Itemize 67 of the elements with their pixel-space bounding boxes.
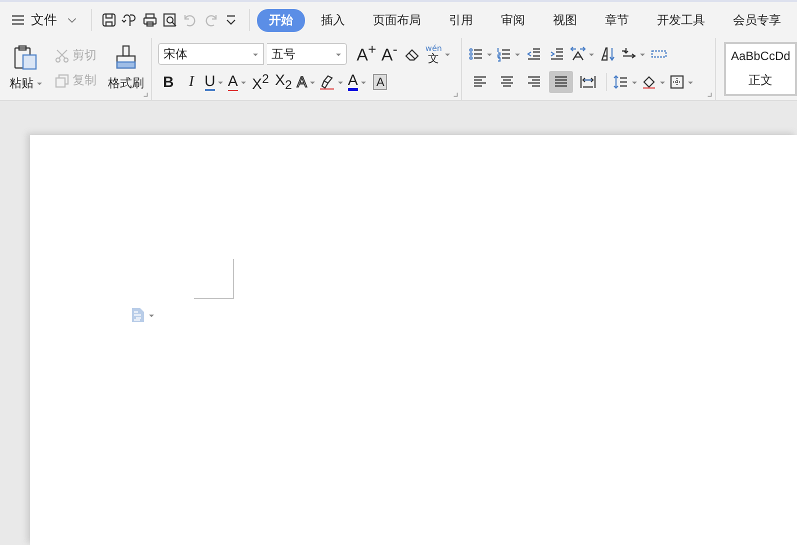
grow-font-button[interactable]: A$^{+}$ — [356, 43, 376, 65]
scissors-icon — [54, 48, 70, 64]
dialog-launcher-icon — [452, 91, 459, 98]
decrease-indent-icon — [526, 46, 542, 62]
caret-icon — [217, 80, 224, 84]
caret-icon — [444, 52, 451, 56]
file-menu-button[interactable]: 文件 — [10, 11, 78, 29]
font-color-button[interactable]: A — [347, 71, 368, 93]
highlighter-icon — [319, 74, 336, 90]
undo-icon — [182, 12, 198, 28]
copy-icon — [54, 72, 70, 88]
print-icon — [142, 12, 158, 28]
dialog-launcher-icon — [706, 91, 714, 98]
caret-icon — [588, 52, 595, 56]
line-spacing-icon — [612, 74, 629, 90]
font-name-dropdown[interactable]: 宋体 — [158, 43, 264, 65]
underline-button[interactable]: U — [204, 71, 224, 93]
caret-icon — [658, 80, 666, 84]
phonetic-guide-button[interactable]: wén 文 — [425, 43, 451, 65]
paste-button[interactable]: 粘贴 — [10, 44, 43, 92]
document-icon — [130, 307, 146, 323]
bold-button[interactable]: B — [158, 71, 178, 93]
caret-icon — [335, 52, 342, 56]
ribbon-tab[interactable]: 会员专享 — [721, 8, 794, 32]
shrink-font-button[interactable]: A$^{-}$ — [379, 43, 400, 65]
ribbon-tab[interactable]: 开发工具 — [645, 8, 718, 32]
increase-indent-icon — [548, 46, 565, 62]
font-size-dropdown[interactable]: 五号 — [267, 43, 348, 65]
ribbon-tab[interactable]: 引用 — [437, 8, 486, 32]
caret-icon — [630, 80, 638, 84]
redo-icon — [202, 12, 219, 28]
curved-arrow-icon — [121, 12, 138, 28]
caret-icon — [308, 80, 316, 84]
strikethrough-button[interactable]: A — [227, 71, 248, 93]
numbered-list-icon — [496, 46, 512, 62]
subscript-button[interactable]: X$_{2}$ — [273, 71, 294, 93]
sort-icon — [600, 46, 616, 62]
ribbon-tab[interactable]: 页面布局 — [361, 8, 434, 32]
ribbon-tab[interactable]: 插入 — [309, 8, 358, 32]
text-layout-icon — [570, 46, 586, 62]
caret-icon — [486, 52, 493, 56]
text-effect-button[interactable]: A — [296, 71, 316, 93]
ribbon-tab[interactable]: 审阅 — [489, 8, 538, 32]
caret-icon — [638, 52, 646, 56]
borders-icon — [668, 74, 685, 90]
caret-icon — [240, 80, 247, 84]
style-gallery-item[interactable]: AaBbCcDd 正文 — [724, 42, 797, 96]
dialog-launcher-icon — [142, 91, 150, 98]
ribbon-tab[interactable]: 视图 — [541, 8, 590, 32]
ribbon-tab[interactable]: 章节 — [593, 8, 642, 32]
caret-icon — [252, 52, 260, 56]
paint-bucket-icon — [640, 74, 657, 90]
caret-icon — [360, 80, 367, 84]
margin-corner-mark — [194, 259, 234, 299]
italic-button[interactable]: I — [181, 71, 202, 93]
justify-button[interactable] — [548, 71, 573, 93]
superscript-button[interactable]: X$^{2}$ — [250, 71, 270, 93]
caret-icon — [686, 80, 694, 84]
distributed-icon — [580, 74, 596, 90]
caret-icon — [148, 312, 155, 318]
caret-icon — [36, 81, 43, 86]
bullet-list-icon — [468, 46, 484, 62]
format-painter-button[interactable]: 格式刷 — [108, 44, 144, 92]
save-icon — [100, 12, 117, 28]
print-preview-icon — [162, 12, 178, 28]
caret-icon — [337, 80, 344, 84]
caret-icon — [514, 52, 521, 56]
